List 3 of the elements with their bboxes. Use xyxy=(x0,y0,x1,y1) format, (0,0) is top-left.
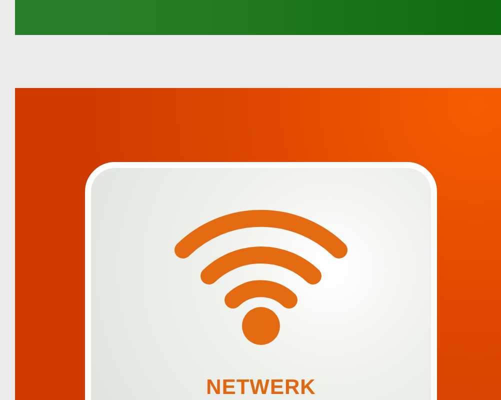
wifi-icon xyxy=(173,208,349,346)
tile-background[interactable]: NETWERK xyxy=(15,88,501,400)
tile-label: NETWERK xyxy=(206,376,316,400)
